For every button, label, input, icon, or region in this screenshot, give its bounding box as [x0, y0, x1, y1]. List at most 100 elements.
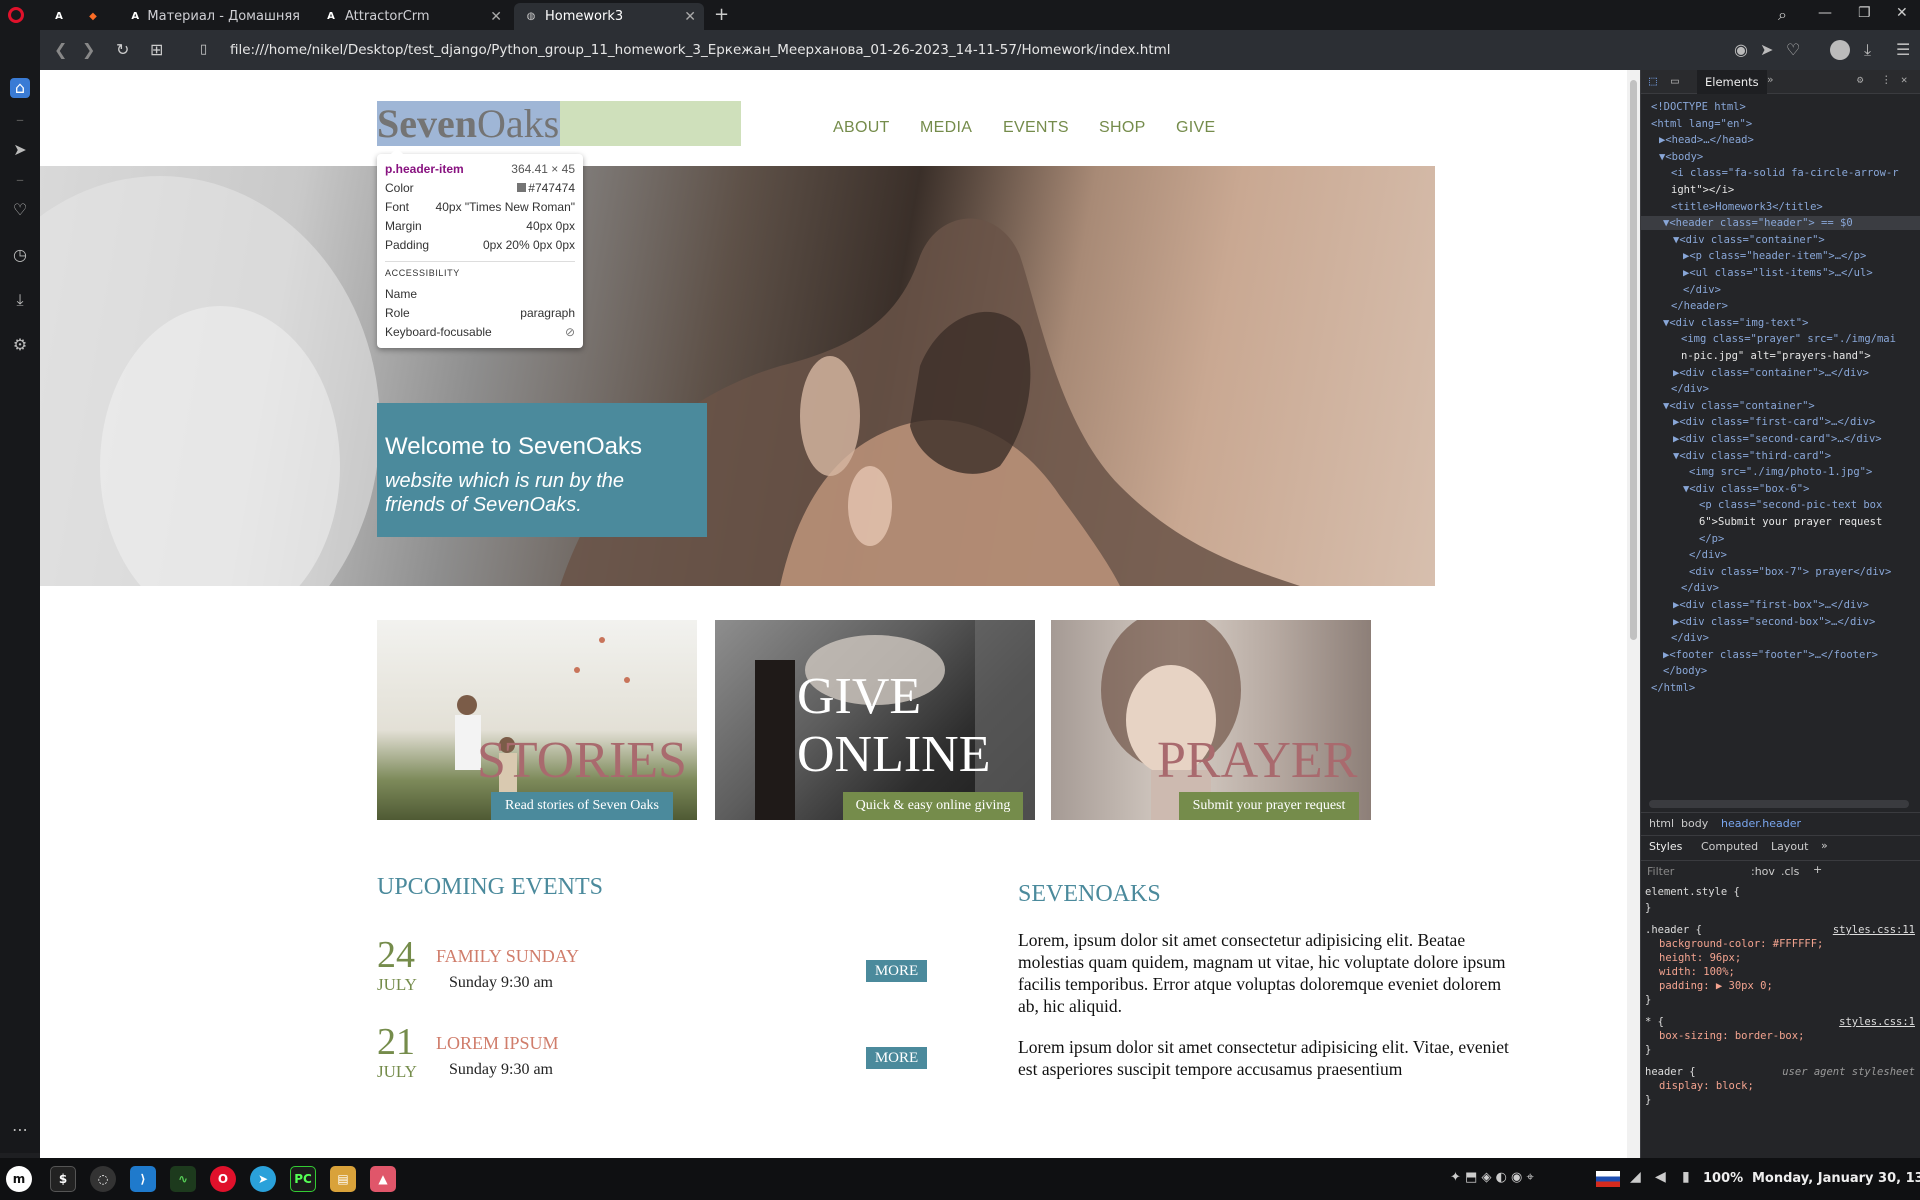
back-icon[interactable]: ❮: [54, 40, 67, 59]
opera-icon[interactable]: O: [210, 1166, 236, 1192]
dom-node-line[interactable]: ▶<div class="first-card">…</div>: [1673, 415, 1875, 429]
inspect-icon[interactable]: ⬚: [1649, 74, 1657, 89]
nav-give[interactable]: GIVE: [1176, 119, 1215, 137]
dom-node-line[interactable]: <title>Homework3</title>: [1671, 200, 1823, 214]
dom-node-line[interactable]: ▼<body>: [1659, 150, 1703, 164]
network-icon[interactable]: ◢: [1630, 1169, 1641, 1185]
vscode-icon[interactable]: ⟩: [130, 1166, 156, 1192]
app-icon[interactable]: ◌: [90, 1166, 116, 1192]
dom-node-line[interactable]: ▼<div class="container">: [1673, 233, 1825, 247]
css-rule-line[interactable]: padding: ▶ 30px 0;: [1659, 980, 1773, 993]
dom-node-line[interactable]: </div>: [1681, 581, 1719, 595]
tab-layout[interactable]: Layout: [1771, 840, 1808, 853]
download-icon[interactable]: ⤓: [1864, 40, 1871, 60]
dom-node-line[interactable]: </div>: [1671, 382, 1709, 396]
more-icon[interactable]: ⋯: [10, 1120, 30, 1140]
tabs-grid-icon[interactable]: ⊞: [150, 40, 163, 59]
page-scrollbar-thumb[interactable]: [1630, 80, 1637, 640]
css-source-link[interactable]: styles.css:1: [1839, 1016, 1915, 1029]
dom-node-line[interactable]: ▶<p class="header-item">…</p>: [1683, 249, 1866, 263]
dom-node-line[interactable]: </header>: [1671, 299, 1728, 313]
pycharm-icon[interactable]: PC: [290, 1166, 316, 1192]
event-title[interactable]: FAMILY SUNDAY: [436, 946, 579, 967]
camera-icon[interactable]: ◉: [1734, 40, 1748, 59]
filter-input[interactable]: Filter: [1647, 865, 1674, 878]
restore-icon[interactable]: ❐: [1858, 5, 1871, 21]
device-toggle-icon[interactable]: ▭: [1671, 74, 1679, 89]
more-button[interactable]: MORE: [866, 960, 927, 982]
css-rule-line[interactable]: * {: [1645, 1016, 1664, 1029]
css-rule-line[interactable]: display: block;: [1659, 1080, 1754, 1093]
home-icon[interactable]: ⌂: [10, 78, 30, 98]
dom-node-line[interactable]: ▼<div class="box-6">: [1683, 482, 1809, 496]
tab-attractorcrm[interactable]: A AttractorCrm ✕: [314, 3, 510, 30]
kebab-menu-icon[interactable]: ⋮: [1881, 74, 1892, 86]
tab-computed[interactable]: Computed: [1701, 840, 1758, 853]
css-source-link[interactable]: styles.css:11: [1833, 924, 1915, 937]
dom-node-line[interactable]: <img src="./img/photo-1.jpg">: [1689, 465, 1872, 479]
terminal-icon[interactable]: $: [50, 1166, 76, 1192]
breadcrumb-item[interactable]: body: [1681, 817, 1708, 830]
page-scrollbar[interactable]: [1627, 70, 1640, 1158]
dom-node-line[interactable]: ▼<header class="header"> == $0: [1641, 216, 1920, 231]
dom-node-line[interactable]: <p class="second-pic-text box: [1699, 498, 1882, 512]
close-icon[interactable]: ✕: [490, 9, 502, 25]
read-stories-button[interactable]: Read stories of Seven Oaks: [491, 792, 673, 820]
tab-material[interactable]: A Материал - Домашняя: [120, 3, 310, 30]
dom-node-line[interactable]: </body>: [1663, 664, 1707, 678]
dom-node-line[interactable]: ▶<div class="first-box">…</div>: [1673, 598, 1869, 612]
volume-icon[interactable]: ◀: [1655, 1169, 1666, 1185]
search-icon[interactable]: ⌕: [1778, 5, 1787, 25]
css-source-link[interactable]: user agent stylesheet: [1782, 1066, 1915, 1079]
mint-menu-icon[interactable]: m: [6, 1166, 32, 1192]
css-rule-line[interactable]: }: [1645, 1044, 1651, 1057]
dom-node-line[interactable]: ▶<div class="container">…</div>: [1673, 366, 1869, 380]
reload-icon[interactable]: ↻: [116, 40, 129, 59]
dom-node-line[interactable]: ▶<div class="second-box">…</div>: [1673, 615, 1875, 629]
tab-homework3[interactable]: ◍ Homework3 ✕: [514, 3, 704, 30]
files-icon[interactable]: ▤: [330, 1166, 356, 1192]
css-rule-line[interactable]: }: [1645, 994, 1651, 1007]
breadcrumb-item[interactable]: header.header: [1721, 817, 1801, 830]
dom-node-line[interactable]: 6">Submit your prayer request: [1699, 515, 1882, 529]
more-button[interactable]: MORE: [866, 1047, 927, 1069]
clock[interactable]: Monday, January 30, 13:58: [1752, 1171, 1920, 1186]
css-rule-line[interactable]: background-color: #FFFFFF;: [1659, 938, 1823, 951]
url-input[interactable]: file:///home/nikel/Desktop/test_django/P…: [230, 42, 1171, 58]
heart-icon[interactable]: ♡: [1786, 40, 1800, 59]
dom-node-line[interactable]: </p>: [1699, 532, 1724, 546]
dom-node-line[interactable]: <div class="box-7"> prayer</div>: [1689, 565, 1891, 579]
dom-node-line[interactable]: ▼<div class="third-card">: [1673, 449, 1831, 463]
new-tab-button[interactable]: +: [714, 4, 729, 25]
close-window-icon[interactable]: ✕: [1896, 5, 1908, 21]
dom-node-line[interactable]: <!DOCTYPE html>: [1651, 100, 1746, 114]
dom-node-line[interactable]: ▶<footer class="footer">…</footer>: [1663, 648, 1878, 662]
hov-toggle[interactable]: :hov: [1751, 865, 1775, 878]
css-rule-line[interactable]: header {: [1645, 1066, 1696, 1079]
cls-toggle[interactable]: .cls: [1781, 865, 1799, 878]
css-rule-line[interactable]: height: 96px;: [1659, 952, 1741, 965]
dom-node-line[interactable]: </div>: [1689, 548, 1727, 562]
more-tabs-icon[interactable]: »: [1767, 74, 1773, 86]
prayer-card[interactable]: PRAYER Submit your prayer request: [1051, 620, 1371, 820]
dom-node-line[interactable]: ▶<ul class="list-items">…</ul>: [1683, 266, 1873, 280]
stories-card[interactable]: STORIES Read stories of Seven Oaks: [377, 620, 697, 820]
more-tabs-icon[interactable]: »: [1821, 839, 1828, 852]
easy-setup-icon[interactable]: ☰: [1896, 40, 1910, 59]
forward-icon[interactable]: ❯: [82, 40, 95, 59]
nav-events[interactable]: EVENTS: [1003, 119, 1069, 137]
tab-attractor[interactable]: A: [48, 3, 70, 30]
prayer-request-button[interactable]: Submit your prayer request: [1179, 792, 1359, 820]
logo[interactable]: SevenOaks: [377, 101, 559, 146]
dom-tree-scrollbar[interactable]: [1649, 800, 1909, 808]
give-online-card[interactable]: GIVE ONLINE Quick & easy online giving: [715, 620, 1035, 820]
online-giving-button[interactable]: Quick & easy online giving: [843, 792, 1023, 820]
css-rule-line[interactable]: .header {: [1645, 924, 1702, 937]
dom-node-line[interactable]: ▶<head>…</head>: [1659, 133, 1754, 147]
tab-styles[interactable]: Styles: [1649, 840, 1682, 853]
send-icon[interactable]: ➤: [10, 140, 30, 160]
dom-node-line[interactable]: ▼<div class="container">: [1663, 399, 1815, 413]
dom-node-line[interactable]: <img class="prayer" src="./img/mai: [1681, 332, 1896, 346]
opera-logo-icon[interactable]: [8, 7, 24, 23]
dom-node-line[interactable]: </div>: [1671, 631, 1709, 645]
